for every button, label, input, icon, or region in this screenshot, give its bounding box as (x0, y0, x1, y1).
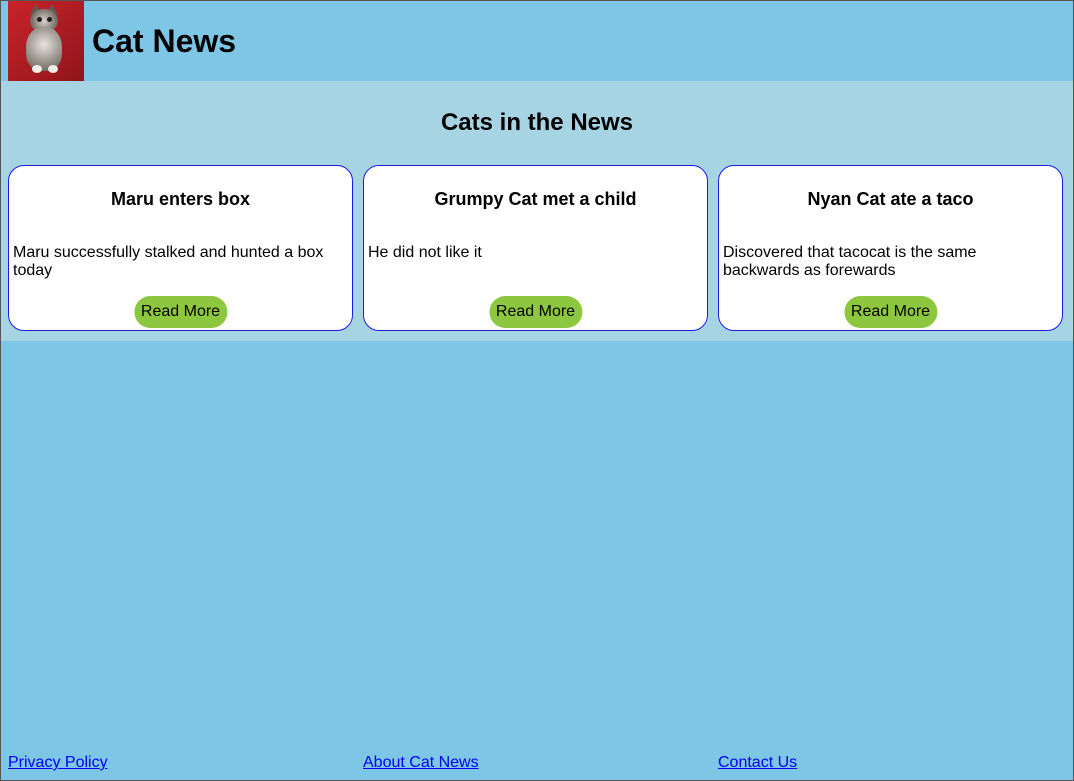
site-header: Cat News (1, 1, 1073, 81)
cat-paw-right (48, 65, 58, 73)
card-title: Nyan Cat ate a taco (807, 189, 974, 209)
cat-body (26, 27, 62, 71)
cat-paw-left (32, 65, 42, 73)
card-title: Grumpy Cat met a child (434, 189, 637, 209)
section-title: Cats in the News (440, 109, 634, 136)
contact-us-link[interactable]: Contact Us (718, 753, 797, 773)
news-card-nyan-cat: Nyan Cat ate a taco Discovered that taco… (718, 165, 1063, 331)
read-more-button[interactable]: Read More (843, 296, 938, 328)
card-summary: Discovered that tacocat is the same back… (723, 244, 977, 279)
about-link[interactable]: About Cat News (363, 753, 479, 773)
read-more-button[interactable]: Read More (133, 296, 228, 328)
privacy-policy-link[interactable]: Privacy Policy (8, 753, 108, 773)
card-summary: Maru successfully stalked and hunted a b… (13, 244, 324, 279)
read-more-button[interactable]: Read More (488, 296, 583, 328)
news-section: Cats in the News Maru enters box Maru su… (1, 81, 1073, 341)
cat-eye-right (47, 17, 52, 22)
cat-logo-icon (8, 1, 84, 81)
cat-eye-left (37, 17, 42, 22)
site-title: Cat News (92, 23, 237, 59)
news-card-maru: Maru enters box Maru successfully stalke… (8, 165, 353, 331)
news-card-grumpy-cat: Grumpy Cat met a child He did not like i… (363, 165, 708, 331)
card-summary: He did not like it (368, 244, 482, 261)
card-title: Maru enters box (110, 189, 251, 209)
